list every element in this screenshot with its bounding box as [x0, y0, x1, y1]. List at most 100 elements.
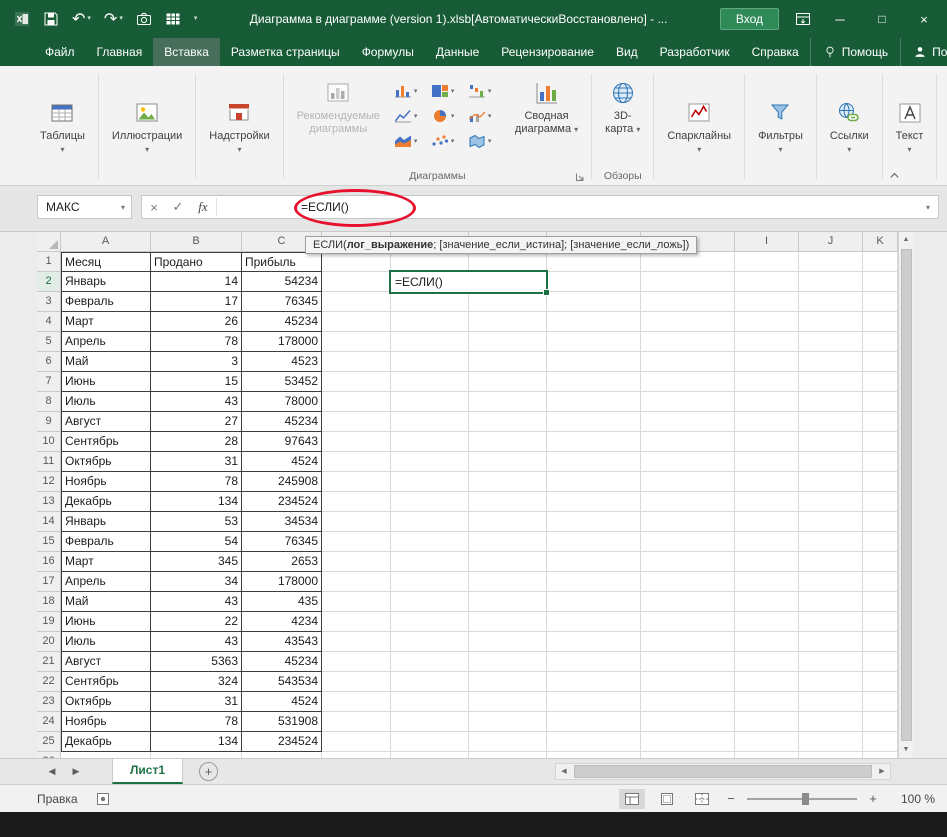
cell-k8[interactable] — [863, 392, 898, 412]
row-header-11[interactable]: 11 — [37, 452, 61, 472]
cell-h12[interactable] — [641, 472, 735, 492]
cell-d15[interactable] — [322, 532, 391, 552]
cell-j6[interactable] — [799, 352, 863, 372]
cell-e21[interactable] — [391, 652, 469, 672]
cell-f17[interactable] — [469, 572, 547, 592]
insert-area-chart-button[interactable]: ▾ — [392, 128, 429, 153]
row-header-25[interactable]: 25 — [37, 732, 61, 752]
cell-a22[interactable]: Сентябрь — [61, 672, 151, 692]
cell-h11[interactable] — [641, 452, 735, 472]
cell-j17[interactable] — [799, 572, 863, 592]
cell-c1[interactable]: Прибыль — [242, 252, 322, 272]
cell-a23[interactable]: Октябрь — [61, 692, 151, 712]
cell-c25[interactable]: 234524 — [242, 732, 322, 752]
zoom-level[interactable]: 100 % — [889, 792, 935, 806]
cell-d11[interactable] — [322, 452, 391, 472]
tab-formulas[interactable]: Формулы — [351, 38, 425, 66]
view-page-break-button[interactable] — [689, 789, 715, 809]
cell-g8[interactable] — [547, 392, 641, 412]
cell-b11[interactable]: 31 — [151, 452, 242, 472]
cell-k22[interactable] — [863, 672, 898, 692]
cell-f4[interactable] — [469, 312, 547, 332]
cell-k7[interactable] — [863, 372, 898, 392]
cell-g4[interactable] — [547, 312, 641, 332]
cell-c19[interactable]: 4234 — [242, 612, 322, 632]
cell-g5[interactable] — [547, 332, 641, 352]
cell-h5[interactable] — [641, 332, 735, 352]
cell-h22[interactable] — [641, 672, 735, 692]
cell-i21[interactable] — [735, 652, 799, 672]
cell-a11[interactable]: Октябрь — [61, 452, 151, 472]
cell-g17[interactable] — [547, 572, 641, 592]
cell-g15[interactable] — [547, 532, 641, 552]
name-box-dropdown-icon[interactable]: ▾ — [115, 203, 131, 212]
save-button[interactable] — [43, 11, 59, 27]
cell-i14[interactable] — [735, 512, 799, 532]
cell-a6[interactable]: Май — [61, 352, 151, 372]
cell-i1[interactable] — [735, 252, 799, 272]
cell-b23[interactable]: 31 — [151, 692, 242, 712]
cell-i8[interactable] — [735, 392, 799, 412]
row-header-20[interactable]: 20 — [37, 632, 61, 652]
cell-a2[interactable]: Январь — [61, 272, 151, 292]
cell-i4[interactable] — [735, 312, 799, 332]
cell-d10[interactable] — [322, 432, 391, 452]
cell-f6[interactable] — [469, 352, 547, 372]
cell-c11[interactable]: 4524 — [242, 452, 322, 472]
cell-g10[interactable] — [547, 432, 641, 452]
cell-k2[interactable] — [863, 272, 898, 292]
tab-file[interactable]: Файл — [34, 38, 86, 66]
links-button[interactable]: Ссылки ▾ — [820, 68, 879, 185]
row-header-24[interactable]: 24 — [37, 712, 61, 732]
cell-e7[interactable] — [391, 372, 469, 392]
cell-f23[interactable] — [469, 692, 547, 712]
cell-g6[interactable] — [547, 352, 641, 372]
cell-c2[interactable]: 54234 — [242, 272, 322, 292]
cell-k6[interactable] — [863, 352, 898, 372]
cell-j1[interactable] — [799, 252, 863, 272]
cell-d23[interactable] — [322, 692, 391, 712]
cell-h15[interactable] — [641, 532, 735, 552]
row-header-22[interactable]: 22 — [37, 672, 61, 692]
cell-j8[interactable] — [799, 392, 863, 412]
new-sheet-button[interactable]: + — [199, 762, 219, 781]
cell-c9[interactable]: 45234 — [242, 412, 322, 432]
cell-a20[interactable]: Июль — [61, 632, 151, 652]
cell-j25[interactable] — [799, 732, 863, 752]
cell-c3[interactable]: 76345 — [242, 292, 322, 312]
cell-a4[interactable]: Март — [61, 312, 151, 332]
cell-b15[interactable]: 54 — [151, 532, 242, 552]
cell-j4[interactable] — [799, 312, 863, 332]
row-header-17[interactable]: 17 — [37, 572, 61, 592]
cell-b7[interactable]: 15 — [151, 372, 242, 392]
cell-d9[interactable] — [322, 412, 391, 432]
row-header-3[interactable]: 3 — [37, 292, 61, 312]
cell-k23[interactable] — [863, 692, 898, 712]
row-header-8[interactable]: 8 — [37, 392, 61, 412]
cell-g16[interactable] — [547, 552, 641, 572]
zoom-slider[interactable] — [747, 792, 857, 805]
cell-b8[interactable]: 43 — [151, 392, 242, 412]
row-header-15[interactable]: 15 — [37, 532, 61, 552]
zoom-out-button[interactable]: − — [724, 791, 738, 806]
tell-me-button[interactable]: Помощь — [809, 38, 900, 66]
row-header-23[interactable]: 23 — [37, 692, 61, 712]
cell-d14[interactable] — [322, 512, 391, 532]
cell-j11[interactable] — [799, 452, 863, 472]
select-all-button[interactable] — [37, 232, 61, 252]
insert-waterfall-chart-button[interactable]: ▾ — [466, 78, 503, 103]
cell-b3[interactable]: 17 — [151, 292, 242, 312]
cell-h10[interactable] — [641, 432, 735, 452]
cell-d5[interactable] — [322, 332, 391, 352]
cell-h8[interactable] — [641, 392, 735, 412]
map-3d-button[interactable]: 3D-карта ▾ — [595, 68, 650, 138]
cell-g13[interactable] — [547, 492, 641, 512]
cell-e1[interactable] — [391, 252, 469, 272]
row-header-2[interactable]: 2 — [37, 272, 61, 292]
cell-k15[interactable] — [863, 532, 898, 552]
cell-g25[interactable] — [547, 732, 641, 752]
cell-h4[interactable] — [641, 312, 735, 332]
cell-e11[interactable] — [391, 452, 469, 472]
cell-e14[interactable] — [391, 512, 469, 532]
cell-j5[interactable] — [799, 332, 863, 352]
